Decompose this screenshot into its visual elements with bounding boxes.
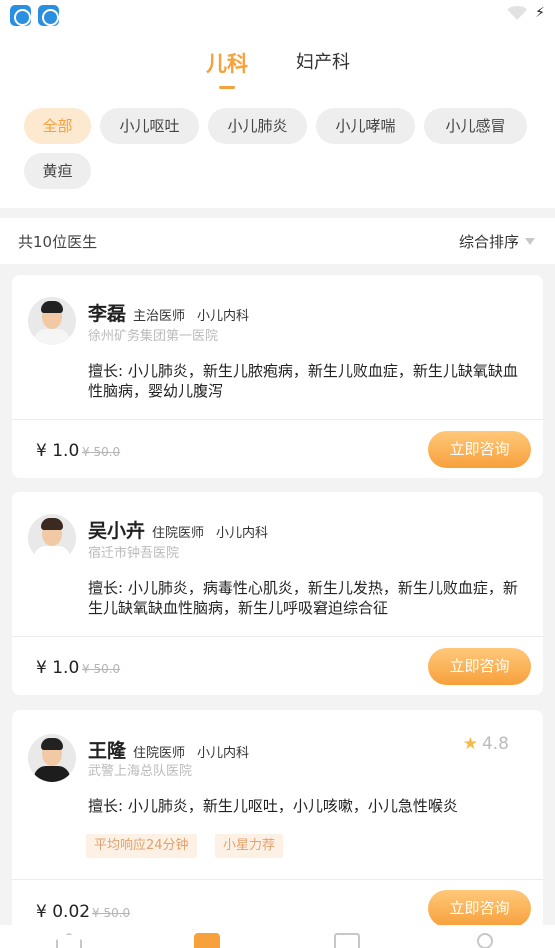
hospital-name: 宿迁市钟吾医院 — [88, 546, 180, 561]
message-icon[interactable] — [334, 933, 360, 948]
sort-dropdown[interactable]: 综合排序 — [459, 231, 535, 252]
doctor-name: 李磊 — [88, 303, 127, 325]
chip-all[interactable]: 全部 — [24, 108, 91, 144]
status-bar: ⚡ — [0, 0, 555, 30]
star-icon: ★ — [462, 734, 478, 754]
doctor-icon[interactable] — [194, 933, 220, 948]
charging-icon: ⚡ — [535, 5, 545, 21]
response-time-tag: 平均响应24分钟 — [86, 834, 197, 858]
home-icon[interactable] — [56, 933, 82, 948]
active-tab-indicator — [219, 86, 235, 89]
tab-obstetrics[interactable]: 妇产科 — [296, 48, 350, 74]
wifi-icon — [507, 6, 528, 20]
bottom-tab-bar — [0, 925, 555, 948]
doctor-rating: ★ 4.8 — [463, 734, 509, 754]
original-price: ¥ 50.0 — [92, 906, 131, 920]
consult-button[interactable]: 立即咨询 — [428, 431, 531, 468]
doctor-title: 住院医师 — [152, 526, 205, 541]
consult-button[interactable]: 立即咨询 — [428, 648, 531, 685]
divider — [12, 636, 543, 637]
doctor-specialty: 擅长: 小儿肺炎，病毒性心肌炎，新生儿发热，新生儿败血症，新生儿缺氧缺血性脑病，… — [88, 579, 518, 617]
chip-jaundice[interactable]: 黄疸 — [24, 153, 91, 189]
doctor-department: 小儿内科 — [197, 746, 250, 761]
chip-pneumonia[interactable]: 小儿肺炎 — [208, 108, 307, 144]
triangle-down-icon — [525, 238, 535, 245]
filter-header: 儿科 妇产科 全部 小儿呕吐 小儿肺炎 小儿哮喘 小儿感冒 黄疸 — [0, 30, 555, 208]
divider — [12, 419, 543, 420]
status-indicators: ⚡ — [507, 5, 545, 21]
doctor-name: 吴小卉 — [88, 520, 146, 542]
chip-vomiting[interactable]: 小儿呕吐 — [100, 108, 199, 144]
original-price: ¥ 50.0 — [82, 662, 121, 676]
doctor-card[interactable]: 李磊 主治医师 小儿内科 徐州矿务集团第一医院 擅长: 小儿肺炎，新生儿脓疱病，… — [12, 275, 543, 478]
consult-price: ¥ 1.0 — [36, 658, 80, 678]
sort-label: 综合排序 — [458, 233, 519, 251]
consult-price: ¥ 0.02 — [36, 902, 91, 922]
chip-cold[interactable]: 小儿感冒 — [424, 108, 527, 144]
avatar — [28, 297, 76, 345]
doctor-card[interactable]: 吴小卉 住院医师 小儿内科 宿迁市钟吾医院 擅长: 小儿肺炎，病毒性心肌炎，新生… — [12, 492, 543, 695]
doctor-department: 小儿内科 — [197, 309, 250, 324]
consult-button[interactable]: 立即咨询 — [428, 890, 531, 927]
tab-pediatrics[interactable]: 儿科 — [206, 48, 248, 78]
divider — [12, 879, 543, 880]
doctor-title: 住院医师 — [133, 746, 186, 761]
rating-value: 4.8 — [481, 734, 509, 754]
doctor-title: 主治医师 — [133, 309, 186, 324]
hospital-name: 徐州矿务集团第一医院 — [88, 329, 219, 344]
doctor-department: 小儿内科 — [216, 526, 269, 541]
doctor-count: 共10位医生 — [18, 233, 98, 251]
avatar — [28, 514, 76, 562]
doctor-specialty: 擅长: 小儿肺炎，新生儿脓疱病，新生儿败血症，新生儿缺氧缺血性脑病，婴幼儿腹泻 — [88, 362, 518, 400]
doctor-name: 王隆 — [88, 740, 127, 762]
doctor-specialty: 擅长: 小儿肺炎，新生儿呕吐，小儿咳嗽，小儿急性喉炎 — [88, 797, 458, 815]
result-summary-bar: 共10位医生 综合排序 — [0, 218, 555, 264]
consult-price: ¥ 1.0 — [36, 441, 80, 461]
app-icon — [10, 5, 31, 26]
hospital-name: 武警上海总队医院 — [88, 764, 193, 779]
profile-icon[interactable] — [477, 933, 493, 948]
doctor-card[interactable]: 王隆 住院医师 小儿内科 ★ 4.8 武警上海总队医院 擅长: 小儿肺炎，新生儿… — [12, 710, 543, 938]
avatar — [28, 734, 76, 782]
app-icon — [38, 5, 59, 26]
original-price: ¥ 50.0 — [82, 445, 121, 459]
chip-asthma[interactable]: 小儿哮喘 — [316, 108, 415, 144]
recommend-tag: 小星力荐 — [215, 834, 284, 858]
